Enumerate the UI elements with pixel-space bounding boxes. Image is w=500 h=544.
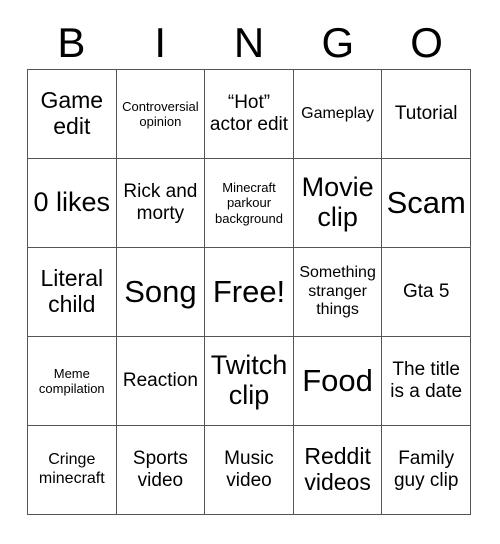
bingo-cell-r2c4[interactable]: Movie clip bbox=[293, 159, 383, 248]
bingo-cell-label: Gameplay bbox=[301, 104, 375, 122]
bingo-cell-label: 0 likes bbox=[33, 187, 111, 218]
bingo-cell-r5c3[interactable]: Music video bbox=[205, 426, 294, 515]
bingo-cell-r4c4[interactable]: Food bbox=[293, 337, 383, 426]
bingo-cell-r5c2[interactable]: Sports video bbox=[116, 426, 206, 515]
bingo-cell-label: “Hot” actor edit bbox=[209, 92, 289, 135]
header-letter-g: G bbox=[321, 18, 355, 66]
bingo-cell-label: Scam bbox=[386, 185, 466, 221]
bingo-cell-label: Reaction bbox=[122, 370, 198, 392]
header-letter-b: B bbox=[57, 18, 86, 66]
bingo-cell-r1c4[interactable]: Gameplay bbox=[293, 70, 383, 159]
bingo-cell-label: Meme compilation bbox=[38, 365, 105, 396]
bingo-cell-r3c1[interactable]: Literal child bbox=[28, 248, 117, 337]
bingo-card: B I N G O Game edit Controversial opinion… bbox=[0, 0, 500, 544]
bingo-cell-r2c1[interactable]: 0 likes bbox=[28, 159, 117, 248]
bingo-cell-r3c4[interactable]: Something stranger things bbox=[293, 248, 383, 337]
bingo-cell-label: Literal child bbox=[40, 265, 104, 317]
bingo-cell-label: Free! bbox=[212, 274, 286, 310]
header-letter-i: I bbox=[154, 18, 167, 66]
bingo-header: B I N G O bbox=[27, 16, 471, 69]
bingo-cell-r4c2[interactable]: Reaction bbox=[116, 337, 206, 426]
bingo-cell-r2c3[interactable]: Minecraft parkour background bbox=[205, 159, 294, 248]
bingo-cell-r1c5[interactable]: Tutorial bbox=[382, 70, 471, 159]
bingo-cell-r4c3[interactable]: Twitch clip bbox=[205, 337, 294, 426]
bingo-cell-label: Controversial opinion bbox=[122, 98, 199, 129]
bingo-cell-r2c2[interactable]: Rick and morty bbox=[116, 159, 206, 248]
bingo-cell-r3c2[interactable]: Song bbox=[116, 248, 206, 337]
bingo-cell-label: Twitch clip bbox=[210, 350, 288, 410]
bingo-cell-label: Movie clip bbox=[301, 172, 374, 232]
bingo-cell-label: The title is a date bbox=[390, 359, 463, 402]
bingo-cell-label: Rick and morty bbox=[123, 181, 198, 224]
bingo-cell-label: Music video bbox=[224, 448, 274, 491]
bingo-cell-r5c4[interactable]: Reddit videos bbox=[293, 426, 383, 515]
bingo-cell-r1c2[interactable]: Controversial opinion bbox=[116, 70, 206, 159]
bingo-cell-r5c5[interactable]: Family guy clip bbox=[382, 426, 471, 515]
bingo-cell-label: Game edit bbox=[40, 87, 104, 139]
bingo-cell-r5c1[interactable]: Cringe minecraft bbox=[28, 426, 117, 515]
bingo-cell-r2c5[interactable]: Scam bbox=[382, 159, 471, 248]
header-letter-n: N bbox=[233, 18, 265, 66]
bingo-cell-label: Song bbox=[124, 274, 197, 310]
bingo-cell-label: Something stranger things bbox=[299, 264, 376, 319]
bingo-cell-label: Family guy clip bbox=[393, 448, 459, 491]
bingo-grid: Game edit Controversial opinion “Hot” acto… bbox=[27, 69, 471, 515]
bingo-cell-label: Gta 5 bbox=[402, 281, 450, 303]
bingo-cell-r1c3[interactable]: “Hot” actor edit bbox=[205, 70, 294, 159]
bingo-cell-r3c3[interactable]: Free! bbox=[205, 248, 294, 337]
bingo-cell-r4c5[interactable]: The title is a date bbox=[382, 337, 471, 426]
bingo-cell-label: Minecraft parkour background bbox=[215, 180, 283, 226]
bingo-cell-r3c5[interactable]: Gta 5 bbox=[382, 248, 471, 337]
header-letter-o: O bbox=[410, 18, 443, 66]
bingo-cell-r4c1[interactable]: Meme compilation bbox=[28, 337, 117, 426]
bingo-cell-label: Reddit videos bbox=[304, 443, 371, 495]
bingo-cell-label: Tutorial bbox=[394, 103, 458, 125]
bingo-cell-r1c1[interactable]: Game edit bbox=[28, 70, 117, 159]
bingo-cell-label: Cringe minecraft bbox=[38, 451, 105, 487]
bingo-cell-label: Food bbox=[302, 363, 373, 399]
bingo-cell-label: Sports video bbox=[132, 448, 188, 491]
